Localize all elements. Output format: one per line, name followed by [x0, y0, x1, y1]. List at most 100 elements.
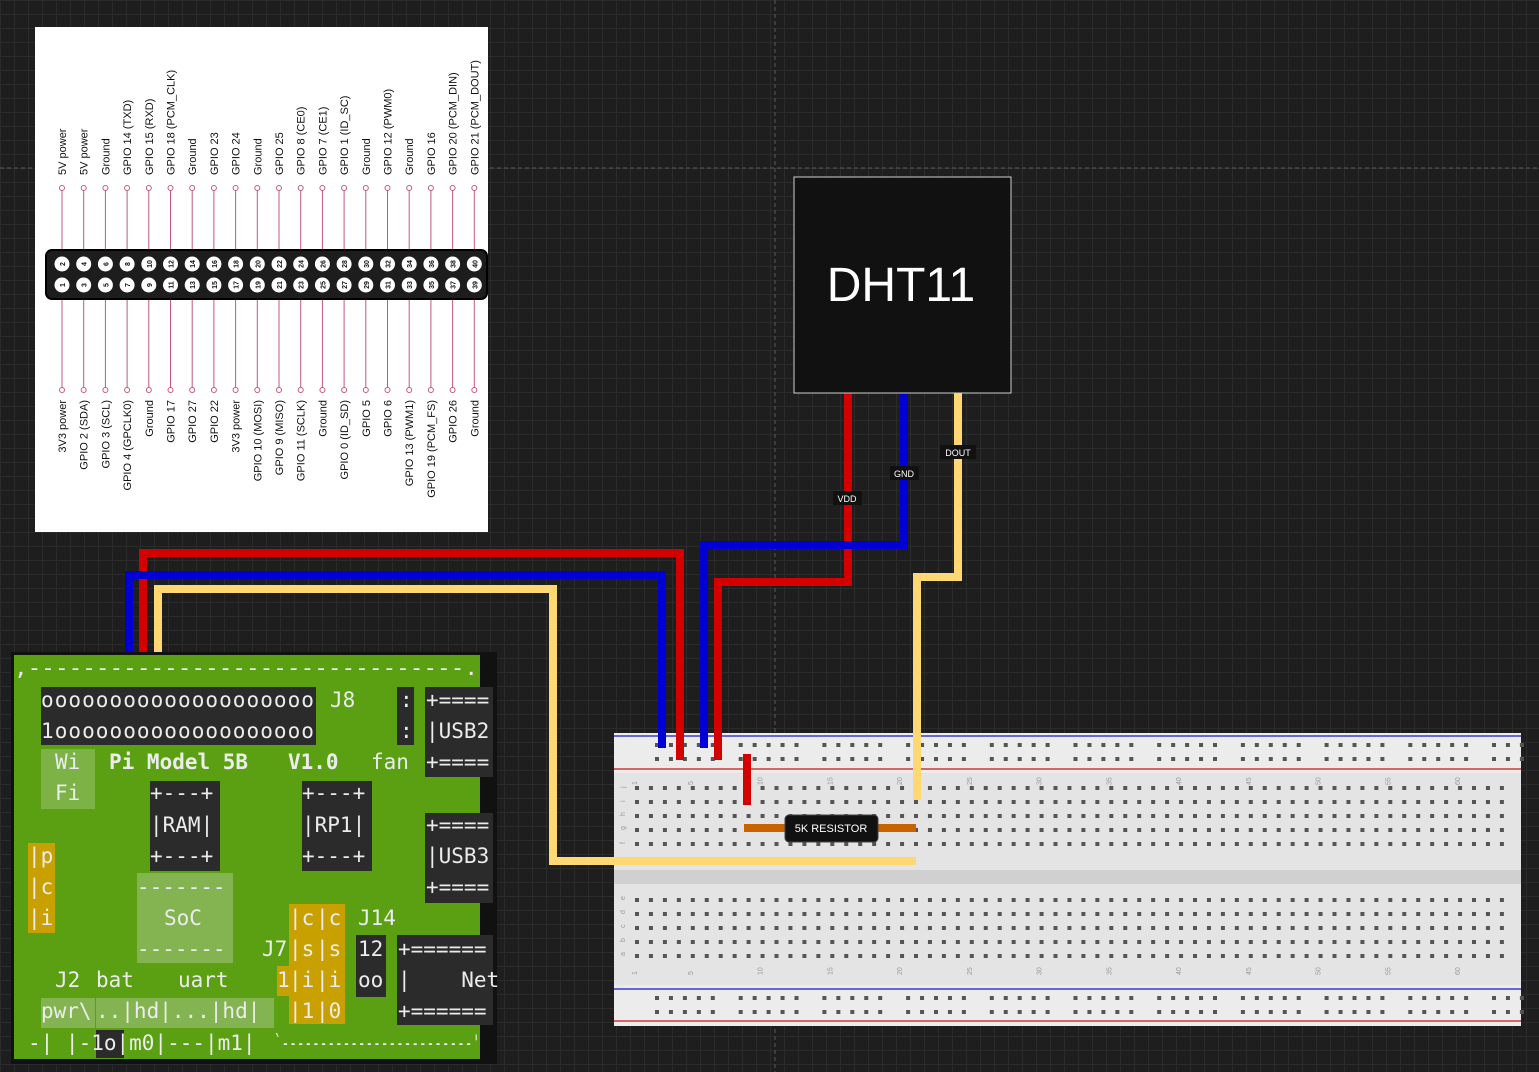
breadboard-hole[interactable]	[1444, 954, 1449, 958]
breadboard-hole[interactable]	[1374, 954, 1379, 958]
breadboard-hole[interactable]	[1151, 842, 1156, 846]
breadboard-hole[interactable]	[830, 912, 835, 916]
breadboard-hole[interactable]	[1011, 842, 1016, 846]
breadboard-hole[interactable]	[648, 898, 653, 902]
breadboard-hole[interactable]	[1053, 842, 1058, 846]
breadboard-rail-hole[interactable]	[1045, 743, 1050, 747]
breadboard-hole[interactable]	[1248, 898, 1253, 902]
breadboard-hole[interactable]	[1458, 912, 1463, 916]
breadboard-hole[interactable]	[732, 912, 737, 916]
breadboard-hole[interactable]	[1485, 786, 1490, 790]
breadboard-hole[interactable]	[927, 828, 932, 832]
breadboard-hole[interactable]	[1039, 786, 1044, 790]
breadboard-hole[interactable]	[914, 842, 918, 846]
breadboard-hole[interactable]	[788, 940, 793, 944]
breadboard-rail-hole[interactable]	[1505, 996, 1510, 1000]
breadboard-hole[interactable]	[1151, 828, 1156, 832]
breadboard-rail-hole[interactable]	[1101, 1010, 1106, 1014]
breadboard-hole[interactable]	[718, 814, 723, 818]
breadboard-hole[interactable]	[1360, 842, 1365, 846]
breadboard-hole[interactable]	[872, 898, 877, 902]
breadboard-hole[interactable]	[1318, 842, 1323, 846]
breadboard-hole[interactable]	[1444, 814, 1449, 818]
breadboard-hole[interactable]	[676, 814, 681, 818]
breadboard-hole[interactable]	[927, 954, 932, 958]
breadboard-hole[interactable]	[1458, 940, 1463, 944]
breadboard-rail-hole[interactable]	[1185, 996, 1190, 1000]
breadboard-hole[interactable]	[1234, 954, 1239, 958]
breadboard-hole[interactable]	[997, 954, 1002, 958]
breadboard-hole[interactable]	[732, 940, 737, 944]
breadboard-hole[interactable]	[844, 940, 849, 944]
breadboard-hole[interactable]	[1206, 954, 1211, 958]
breadboard-hole[interactable]	[1193, 814, 1197, 818]
breadboard-hole[interactable]	[941, 842, 946, 846]
breadboard-hole[interactable]	[1025, 912, 1030, 916]
breadboard-hole[interactable]	[1485, 912, 1490, 916]
breadboard-rail-hole[interactable]	[1185, 1010, 1190, 1014]
breadboard-rail-hole[interactable]	[1003, 743, 1008, 747]
breadboard-hole[interactable]	[1332, 814, 1337, 818]
breadboard-hole[interactable]	[900, 800, 905, 804]
breadboard-hole[interactable]	[872, 842, 877, 846]
breadboard-hole[interactable]	[1485, 898, 1490, 902]
breadboard-hole[interactable]	[1081, 786, 1086, 790]
breadboard-hole[interactable]	[969, 814, 974, 818]
breadboard-rail-hole[interactable]	[1338, 996, 1343, 1000]
breadboard-hole[interactable]	[1011, 786, 1016, 790]
breadboard-rail-hole[interactable]	[766, 743, 771, 747]
breadboard-hole[interactable]	[969, 926, 974, 930]
breadboard-hole[interactable]	[927, 800, 932, 804]
breadboard-hole[interactable]	[1472, 814, 1476, 818]
breadboard-rail-hole[interactable]	[738, 743, 743, 747]
breadboard-rail-hole[interactable]	[1031, 996, 1036, 1000]
breadboard-rail-hole[interactable]	[1352, 743, 1357, 747]
breadboard-hole[interactable]	[1262, 926, 1267, 930]
breadboard-hole[interactable]	[774, 940, 779, 944]
breadboard-rail-hole[interactable]	[1115, 757, 1120, 761]
breadboard-rail-hole[interactable]	[1213, 757, 1217, 761]
breadboard-rail-hole[interactable]	[1505, 743, 1510, 747]
breadboard-hole[interactable]	[662, 898, 667, 902]
breadboard-hole[interactable]	[1151, 786, 1156, 790]
breadboard-rail-hole[interactable]	[1492, 743, 1496, 747]
breadboard-hole[interactable]	[1179, 926, 1184, 930]
breadboard-hole[interactable]	[676, 926, 681, 930]
breadboard-hole[interactable]	[1290, 912, 1295, 916]
breadboard-rail-hole[interactable]	[655, 757, 659, 761]
breadboard-hole[interactable]	[941, 898, 946, 902]
breadboard-hole[interactable]	[1234, 912, 1239, 916]
breadboard-hole[interactable]	[1360, 898, 1365, 902]
breadboard-hole[interactable]	[830, 898, 835, 902]
breadboard-hole[interactable]	[1485, 926, 1490, 930]
breadboard-hole[interactable]	[1067, 954, 1072, 958]
breadboard-hole[interactable]	[844, 842, 849, 846]
breadboard-rail-hole[interactable]	[1436, 1010, 1441, 1014]
breadboard-rail-hole[interactable]	[1129, 743, 1134, 747]
breadboard-hole[interactable]	[774, 786, 779, 790]
breadboard-rail-hole[interactable]	[1519, 743, 1524, 747]
breadboard-hole[interactable]	[1081, 912, 1086, 916]
breadboard-hole[interactable]	[1430, 800, 1435, 804]
breadboard-hole[interactable]	[1304, 940, 1309, 944]
breadboard-hole[interactable]	[662, 828, 667, 832]
breadboard-hole[interactable]	[1109, 814, 1114, 818]
breadboard-hole[interactable]	[1193, 898, 1197, 902]
breadboard-hole[interactable]	[1332, 926, 1337, 930]
breadboard-rail-hole[interactable]	[1017, 996, 1022, 1000]
breadboard-hole[interactable]	[1248, 954, 1253, 958]
breadboard-rail-hole[interactable]	[1073, 743, 1078, 747]
breadboard-hole[interactable]	[676, 954, 681, 958]
breadboard-hole[interactable]	[1360, 912, 1365, 916]
breadboard-rail-hole[interactable]	[794, 757, 799, 761]
breadboard-hole[interactable]	[816, 926, 821, 930]
breadboard-rail-hole[interactable]	[1366, 996, 1371, 1000]
breadboard-hole[interactable]	[955, 828, 960, 832]
breadboard-hole[interactable]	[1039, 800, 1044, 804]
breadboard-hole[interactable]	[746, 898, 751, 902]
breadboard-rail-hole[interactable]	[1240, 743, 1245, 747]
breadboard-hole[interactable]	[662, 940, 667, 944]
breadboard-hole[interactable]	[662, 842, 667, 846]
breadboard-hole[interactable]	[1458, 954, 1463, 958]
breadboard-hole[interactable]	[1332, 898, 1337, 902]
